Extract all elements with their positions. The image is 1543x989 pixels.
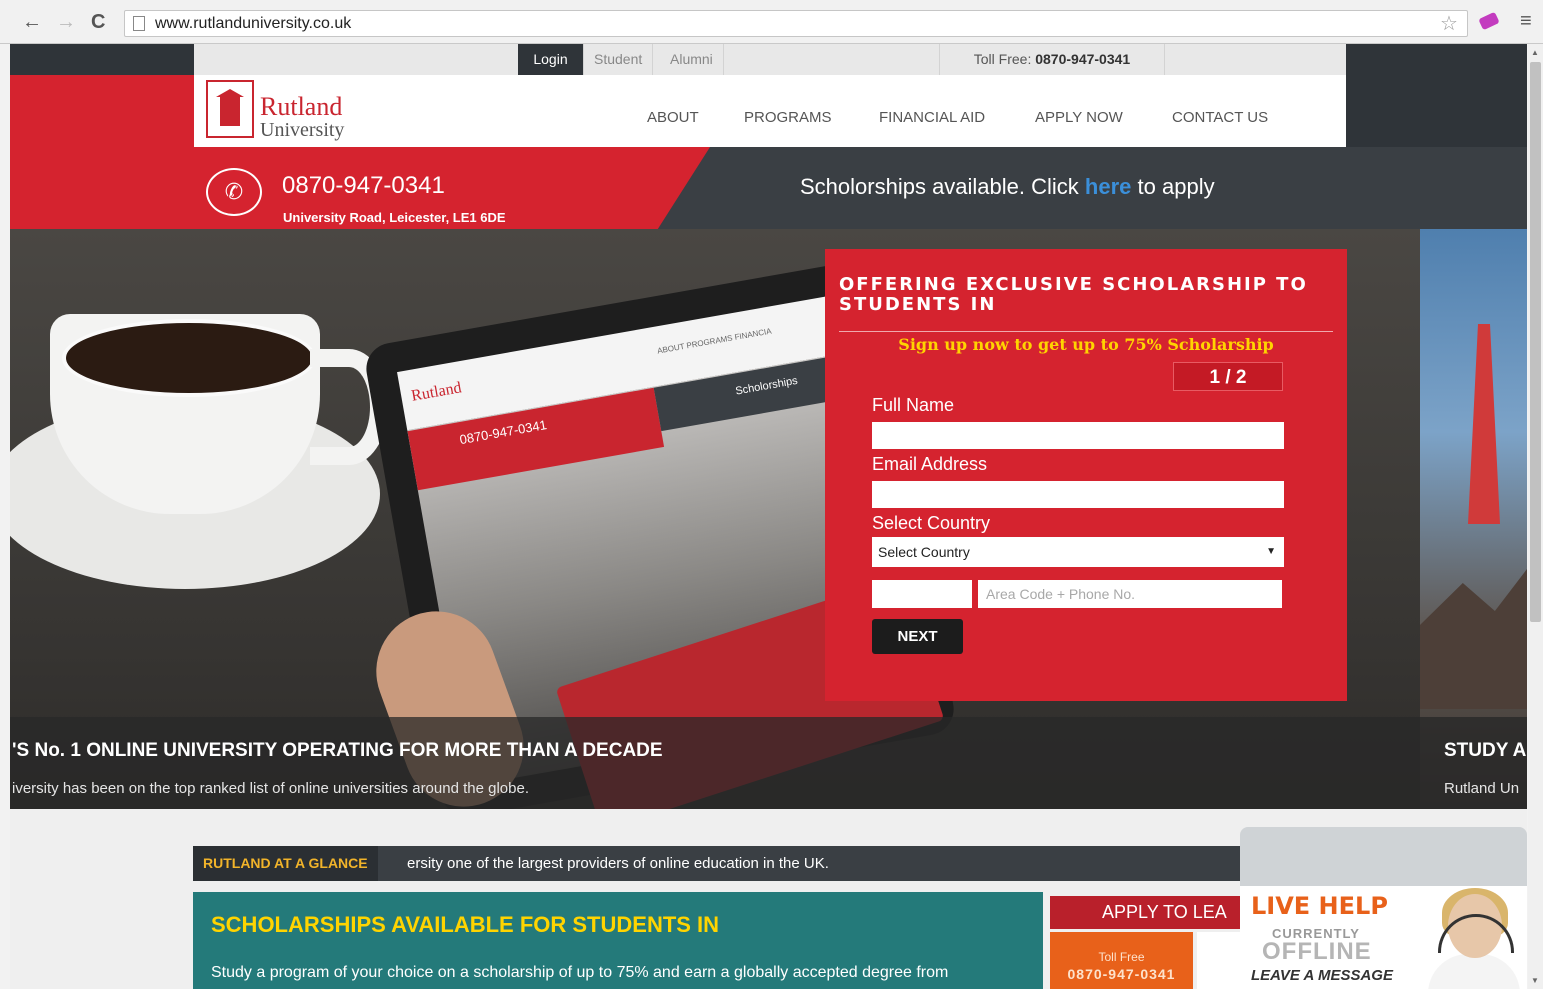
slide-caption-title: 'S No. 1 ONLINE UNIVERSITY OPERATING FOR…: [12, 740, 663, 761]
scroll-down-icon[interactable]: ▼: [1531, 976, 1539, 985]
browser-window: ← → C www.rutlanduniversity.co.uk ☆ ≡ Lo…: [0, 0, 1543, 989]
url-text: www.rutlanduniversity.co.uk: [155, 15, 352, 32]
ticker-label: RUTLAND AT A GLANCE: [193, 846, 378, 881]
live-help-header: [1240, 827, 1527, 886]
coffee-image: [62, 319, 316, 397]
tab-login[interactable]: Login: [518, 44, 584, 75]
forward-icon[interactable]: →: [56, 10, 76, 34]
tab-alumni[interactable]: Alumni: [660, 44, 724, 75]
toll-free-bar: Toll Free: 0870-947-0341: [939, 44, 1165, 75]
next-slide-title: STUDY A: [1444, 740, 1527, 761]
live-help-title: LIVE HELP: [1251, 892, 1388, 920]
apply-toll-free-label: Toll Free: [1098, 950, 1145, 964]
header-dark: [1346, 75, 1527, 147]
rock-image: [1420, 569, 1527, 709]
country-select-value: Select Country: [878, 544, 970, 560]
page-scrollbar[interactable]: ▲ ▼: [1528, 44, 1543, 989]
email-input[interactable]: [872, 481, 1284, 508]
ticker-text[interactable]: ersity one of the largest providers of o…: [407, 846, 829, 881]
scholarships-panel: SCHOLARSHIPS AVAILABLE FOR STUDENTS IN S…: [193, 892, 1043, 989]
leave-message-link[interactable]: LEAVE A MESSAGE: [1251, 967, 1393, 984]
apply-white-tile: [1197, 932, 1240, 989]
nav-about[interactable]: ABOUT: [647, 109, 699, 126]
phone-input[interactable]: Area Code + Phone No.: [978, 580, 1282, 608]
address-bar[interactable]: www.rutlanduniversity.co.uk: [124, 10, 1468, 37]
logo-sub[interactable]: University: [260, 120, 344, 140]
full-name-label: Full Name: [872, 395, 955, 415]
browser-toolbar: ← → C www.rutlanduniversity.co.uk ☆ ≡: [0, 0, 1543, 44]
nav-programs[interactable]: PROGRAMS: [744, 109, 832, 126]
scholarship-banner-suffix: to apply: [1137, 174, 1215, 199]
news-ticker: RUTLAND AT A GLANCE ersity one of the la…: [193, 846, 1245, 881]
next-button[interactable]: NEXT: [872, 619, 963, 654]
logo-name[interactable]: Rutland: [260, 94, 342, 120]
email-label: Email Address: [872, 454, 988, 474]
extension-tag-icon[interactable]: [1478, 11, 1500, 31]
slide-caption-text: iversity has been on the top ranked list…: [12, 780, 529, 797]
apply-toll-free[interactable]: Toll Free 0870-947-0341: [1050, 932, 1193, 989]
scholarship-banner-text: Scholorships available. Click: [800, 174, 1079, 199]
scholarships-panel-text: Study a program of your choice on a scho…: [211, 964, 949, 981]
nav-financial-aid[interactable]: FINANCIAL AID: [879, 109, 985, 126]
scholarship-form: OFFERING EXCLUSIVE SCHOLARSHIP TO STUDEN…: [825, 249, 1347, 701]
toll-free-number: 0870-947-0341: [1035, 51, 1131, 67]
live-help-widget[interactable]: LIVE HELP CURRENTLY OFFLINE LEAVE A MESS…: [1240, 886, 1527, 989]
tab-student[interactable]: Student: [584, 44, 654, 75]
logo-icon[interactable]: [206, 80, 254, 138]
browser-menu-icon[interactable]: ≡: [1520, 10, 1532, 33]
page-icon: [133, 16, 145, 31]
toll-free-label: Toll Free:: [973, 51, 1032, 67]
login-bar: Login Student Alumni Toll Free: 0870-947…: [194, 44, 1346, 75]
dropdown-arrow-icon: ▼: [1266, 546, 1276, 557]
country-code-input[interactable]: [872, 580, 972, 608]
reload-icon[interactable]: C: [91, 10, 105, 34]
tablet-red-band: [407, 387, 665, 491]
main-navbar: Rutland University ABOUT PROGRAMS FINANC…: [194, 75, 1346, 147]
scroll-up-icon[interactable]: ▲: [1531, 48, 1539, 57]
web-page: Login Student Alumni Toll Free: 0870-947…: [10, 44, 1527, 989]
nav-contact-us[interactable]: CONTACT US: [1172, 109, 1268, 126]
lighthouse-image: [1468, 324, 1500, 524]
form-divider: [839, 331, 1333, 332]
tablet-nav: ABOUT PROGRAMS FINANCIA: [656, 326, 773, 356]
scholarship-here-link[interactable]: here: [1085, 174, 1131, 199]
country-label: Select Country: [872, 513, 991, 533]
next-slide-text: Rutland Un: [1444, 780, 1520, 797]
apply-toll-free-number: 0870-947-0341: [1067, 966, 1176, 982]
bookmark-star-icon[interactable]: ☆: [1440, 11, 1458, 36]
form-title: OFFERING EXCLUSIVE SCHOLARSHIP TO STUDEN…: [839, 274, 1308, 315]
support-agent-image: [1410, 886, 1520, 989]
country-select[interactable]: Select Country ▼: [872, 537, 1284, 567]
apply-heading: APPLY TO LEA: [1050, 896, 1240, 929]
back-icon[interactable]: ←: [22, 10, 42, 34]
live-help-status: OFFLINE: [1262, 938, 1372, 965]
phone-icon: ✆: [206, 168, 262, 216]
contact-address: University Road, Leicester, LE1 6DE: [283, 210, 506, 225]
scrollbar-thumb[interactable]: [1530, 62, 1541, 622]
form-step-indicator: 1 / 2: [1173, 362, 1283, 391]
form-promo: Sign up now to get up to 75% Scholarship: [898, 335, 1274, 354]
tablet-logo: Rutland: [410, 379, 463, 405]
scholarships-panel-title: SCHOLARSHIPS AVAILABLE FOR STUDENTS IN: [211, 912, 720, 937]
nav-apply-now[interactable]: APPLY NOW: [1035, 109, 1123, 126]
full-name-input[interactable]: [872, 422, 1284, 449]
scholarship-banner: Scholorships available. Click here to ap…: [800, 174, 1215, 200]
contact-phone: 0870-947-0341: [282, 172, 445, 199]
